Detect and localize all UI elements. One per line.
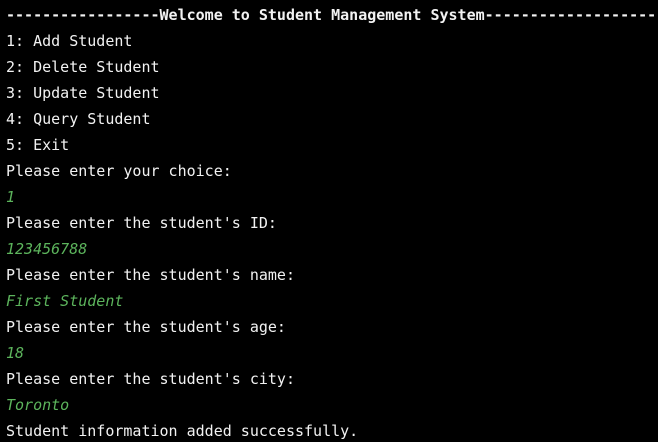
welcome-header: -----------------Welcome to Student Mana…: [6, 6, 657, 24]
name-input: First Student: [6, 292, 124, 310]
id-input: 123456788: [6, 240, 88, 258]
city-prompt: Please enter the student's city:: [6, 370, 295, 388]
choice-input: 1: [6, 188, 16, 206]
id-prompt: Please enter the student's ID:: [6, 214, 277, 232]
menu-item-add-student: 1: Add Student: [6, 32, 133, 50]
menu-item-delete-student: 2: Delete Student: [6, 58, 160, 76]
menu-item-query-student: 4: Query Student: [6, 110, 151, 128]
city-input: Toronto: [6, 396, 70, 414]
console-output: -----------------Welcome to Student Mana…: [0, 0, 658, 442]
menu-item-exit: 5: Exit: [6, 136, 70, 154]
menu-item-update-student: 3: Update Student: [6, 84, 160, 102]
choice-prompt: Please enter your choice:: [6, 162, 232, 180]
success-message: Student information added successfully.: [6, 422, 359, 440]
age-prompt: Please enter the student's age:: [6, 318, 286, 336]
name-prompt: Please enter the student's name:: [6, 266, 295, 284]
age-input: 18: [6, 344, 25, 362]
